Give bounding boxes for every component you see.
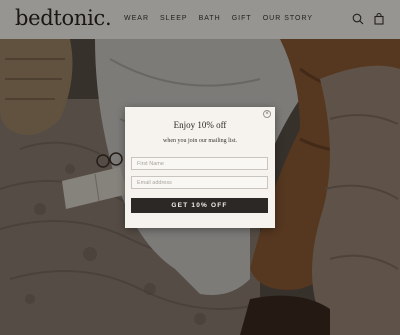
newsletter-modal: × Enjoy 10% off when you join our mailin… [125,107,275,228]
close-icon[interactable]: × [263,110,271,118]
modal-subtitle: when you join our mailing list. [163,138,237,144]
modal-title: Enjoy 10% off [173,120,227,130]
email-input[interactable]: Email address [131,176,268,189]
first-name-input[interactable]: First Name [131,157,268,170]
get-discount-button[interactable]: GET 10% OFF [131,198,268,213]
